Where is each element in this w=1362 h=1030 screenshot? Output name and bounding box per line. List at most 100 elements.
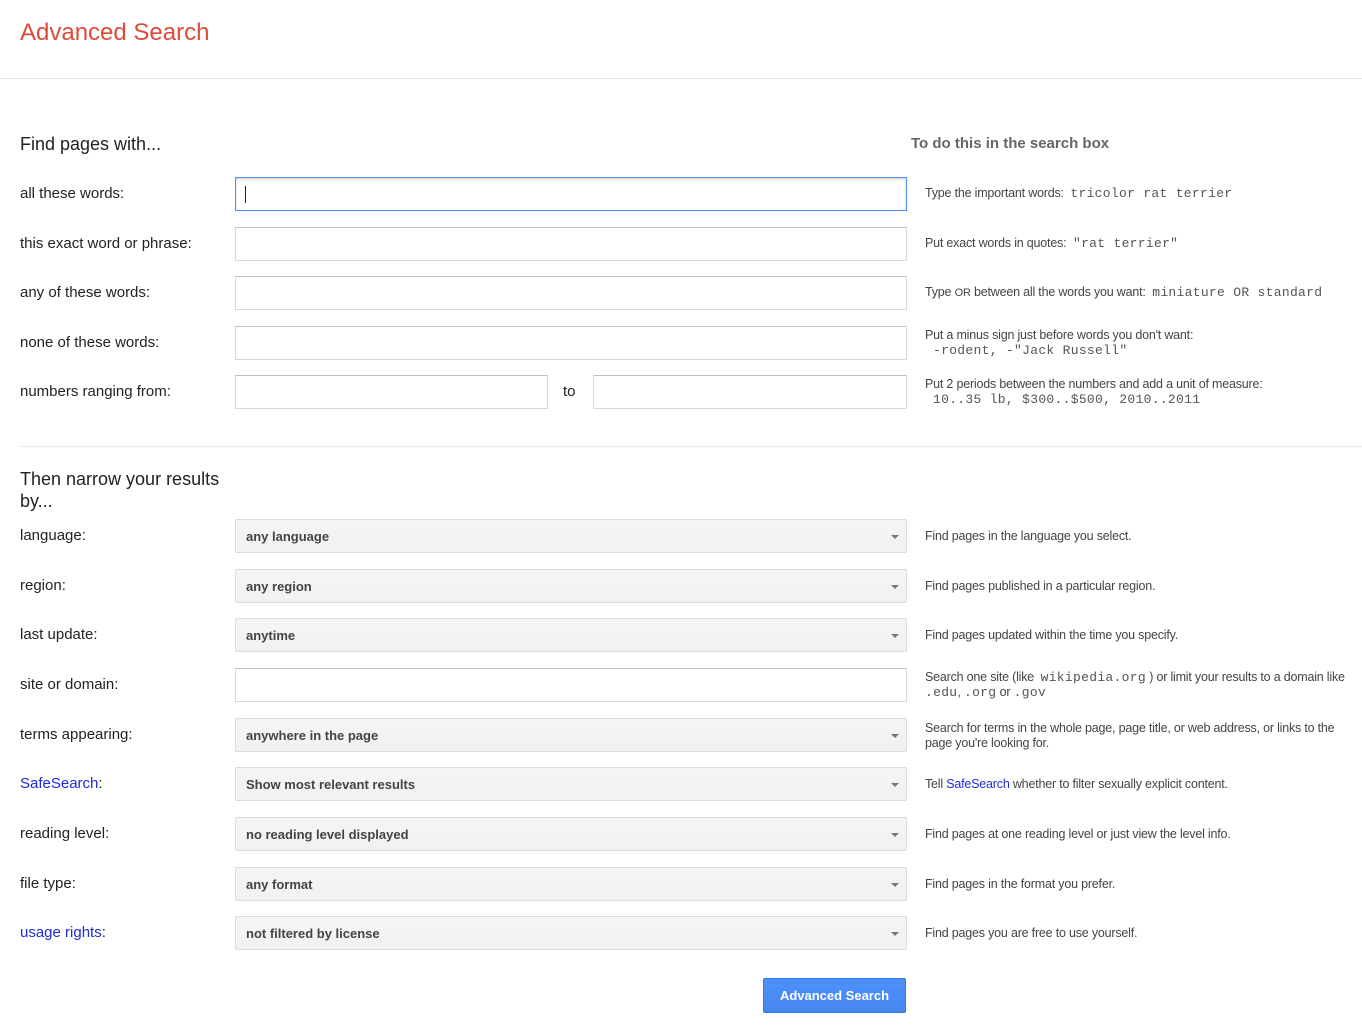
hint-example: -rodent, -"Jack Russell" — [933, 343, 1128, 358]
hint-text: Tell — [925, 777, 943, 791]
label-any-words: any of these words: — [20, 284, 151, 301]
region-select[interactable]: any region — [235, 569, 907, 603]
usage-rights-selected-value: not filtered by license — [246, 926, 380, 941]
terms-appearing-selected-value: anywhere in the page — [246, 728, 379, 743]
row-file-type: file type: any format Find pages in the … — [0, 867, 1362, 901]
hint-text: Put 2 periods between the numbers and ad… — [925, 377, 1263, 391]
hint-all-words: Type the important words: tricolor rat t… — [925, 186, 1355, 201]
label-number-range: numbers ranging from: — [20, 383, 171, 400]
label-last-update: last update: — [20, 626, 98, 643]
hint-text: whether to filter sexually explicit cont… — [1012, 777, 1228, 791]
row-safesearch: SafeSearch: Show most relevant results T… — [0, 767, 1362, 801]
any-words-input[interactable] — [235, 276, 907, 310]
to-label: to — [563, 383, 576, 400]
row-language: language: any language Find pages in the… — [0, 519, 1362, 553]
row-exact-phrase: this exact word or phrase: Put exact wor… — [0, 227, 1362, 261]
exact-phrase-input[interactable] — [235, 227, 907, 261]
row-all-words: all these words: Type the important word… — [0, 177, 1362, 211]
hint-example: miniature OR standard — [1152, 285, 1323, 300]
hint-example: "rat terrier" — [1072, 236, 1179, 251]
hint-number-range: Put 2 periods between the numbers and ad… — [925, 377, 1355, 407]
hint-site-domain: Search one site (like wikipedia.org ) or… — [925, 670, 1355, 700]
last-update-select[interactable]: anytime — [235, 618, 907, 652]
terms-appearing-select[interactable]: anywhere in the page — [235, 718, 907, 752]
hint-or-keyword: OR — [954, 287, 971, 299]
advanced-search-button[interactable]: Advanced Search — [763, 978, 906, 1013]
hint-any-words: Type OR between all the words you want: … — [925, 285, 1355, 301]
label-colon: : — [98, 775, 103, 792]
hint-example: .edu — [925, 685, 958, 700]
hint-exact-phrase: Put exact words in quotes: "rat terrier" — [925, 236, 1355, 251]
dropdown-arrow-icon — [891, 734, 899, 738]
hint-safesearch-link[interactable]: SafeSearch — [946, 777, 1010, 791]
row-number-range: numbers ranging from: to Put 2 periods b… — [0, 375, 1362, 409]
hint-text: between all the words you want: — [973, 285, 1146, 299]
number-from-input[interactable] — [235, 375, 548, 409]
label-all-words: all these words: — [20, 185, 125, 202]
hint-example: .gov — [1013, 685, 1047, 700]
language-select[interactable]: any language — [235, 519, 907, 553]
language-selected-value: any language — [246, 529, 330, 544]
hint-none-words: Put a minus sign just before words you d… — [925, 328, 1355, 358]
row-terms-appearing: terms appearing: anywhere in the page Se… — [0, 718, 1362, 752]
hint-example: tricolor rat terrier — [1070, 186, 1233, 201]
safesearch-select[interactable]: Show most relevant results — [235, 767, 907, 801]
row-site-domain: site or domain: Search one site (like wi… — [0, 668, 1362, 702]
hint-text: Put exact words in quotes: — [925, 236, 1067, 250]
last-update-selected-value: anytime — [246, 628, 296, 643]
none-words-input[interactable] — [235, 326, 907, 360]
hint-text: or — [999, 685, 1011, 699]
hint-text: Search one site (like — [925, 670, 1035, 684]
safesearch-link[interactable]: SafeSearch — [20, 775, 98, 792]
hint-column-heading: To do this in the search box — [911, 135, 1110, 152]
safesearch-selected-value: Show most relevant results — [246, 777, 416, 792]
dropdown-arrow-icon — [891, 535, 899, 539]
label-reading-level: reading level: — [20, 825, 110, 842]
label-file-type: file type: — [20, 875, 76, 892]
label-colon: : — [101, 924, 106, 941]
page-header: Advanced Search — [0, 0, 1362, 79]
reading-level-selected-value: no reading level displayed — [246, 827, 409, 842]
row-none-words: none of these words: Put a minus sign ju… — [0, 326, 1362, 360]
label-exact-phrase: this exact word or phrase: — [20, 235, 192, 252]
hint-safesearch: Tell SafeSearch whether to filter sexual… — [925, 777, 1355, 792]
label-terms-appearing: terms appearing: — [20, 726, 133, 743]
row-reading-level: reading level: no reading level displaye… — [0, 817, 1362, 851]
reading-level-select[interactable]: no reading level displayed — [235, 817, 907, 851]
number-to-input[interactable] — [593, 375, 907, 409]
usage-rights-link[interactable]: usage rights — [20, 924, 102, 941]
all-words-input[interactable] — [235, 177, 907, 211]
dropdown-arrow-icon — [891, 634, 899, 638]
label-language: language: — [20, 527, 86, 544]
text-cursor — [245, 186, 246, 203]
find-section-title: Find pages with... — [20, 134, 162, 154]
label-region: region: — [20, 577, 66, 594]
row-last-update: last update: anytime Find pages updated … — [0, 618, 1362, 652]
hint-last-update: Find pages updated within the time you s… — [925, 628, 1179, 642]
dropdown-arrow-icon — [891, 833, 899, 837]
hint-example: wikipedia.org — [1040, 670, 1146, 685]
file-type-select[interactable]: any format — [235, 867, 907, 901]
hint-terms-appearing: Search for terms in the whole page, page… — [925, 721, 1335, 750]
hint-example: 10..35 lb, $300..$500, 2010..2011 — [933, 392, 1201, 407]
usage-rights-select[interactable]: not filtered by license — [235, 916, 907, 950]
dropdown-arrow-icon — [891, 883, 899, 887]
hint-reading-level: Find pages at one reading level or just … — [925, 827, 1231, 841]
dropdown-arrow-icon — [891, 783, 899, 787]
file-type-selected-value: any format — [246, 877, 313, 892]
region-selected-value: any region — [246, 579, 312, 594]
section-divider — [20, 446, 1362, 447]
dropdown-arrow-icon — [891, 932, 899, 936]
label-site-domain: site or domain: — [20, 676, 119, 693]
hint-example: .org — [963, 685, 997, 700]
label-safesearch: SafeSearch: — [20, 775, 103, 792]
hint-text: Type the important words: — [925, 186, 1064, 200]
hint-region: Find pages published in a particular reg… — [925, 579, 1156, 593]
dropdown-arrow-icon — [891, 585, 899, 589]
hint-text: , — [957, 685, 961, 699]
hint-text: Put a minus sign just before words you d… — [925, 328, 1194, 342]
page-title: Advanced Search — [20, 19, 210, 46]
site-domain-input[interactable] — [235, 668, 907, 702]
hint-language: Find pages in the language you select. — [925, 529, 1132, 543]
hint-text: Type — [925, 285, 952, 299]
